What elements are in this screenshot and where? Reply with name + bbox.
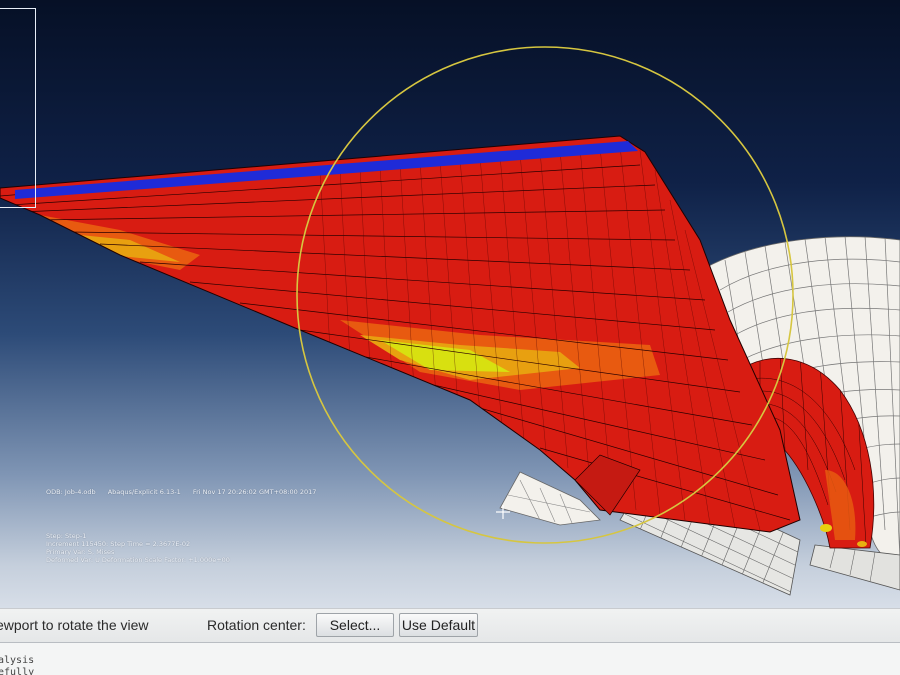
prompt-area: ewport to rotate the view Rotation cente… bbox=[0, 608, 900, 642]
solver-version: Abaqus/Explicit 6.13-1 bbox=[107, 488, 181, 496]
odb-name: ODB: Job-4.odb bbox=[46, 488, 96, 496]
select-button[interactable]: Select... bbox=[316, 613, 394, 637]
stress-contour-wing bbox=[0, 135, 801, 533]
primary-variable: Primary Var: S, Mises bbox=[46, 548, 115, 556]
message-line: efully bbox=[0, 667, 35, 675]
message-area[interactable]: alysis efully bbox=[0, 642, 900, 675]
message-line: alysis bbox=[0, 655, 35, 666]
use-default-button[interactable]: Use Default bbox=[399, 613, 478, 637]
viewport-corner-frame bbox=[0, 8, 36, 208]
rotation-center-label: Rotation center: bbox=[207, 617, 306, 633]
deformed-variable: Deformed Var: U Deformation Scale Factor… bbox=[46, 556, 230, 564]
graphics-viewport[interactable]: ODB: Job-4.odb Abaqus/Explicit 6.13-1 Fr… bbox=[0, 0, 900, 608]
step-name: Step: Step-1 bbox=[46, 532, 87, 540]
increment-info: Increment 115450: Step Time = 2.3677E-02 bbox=[46, 540, 191, 548]
odb-info-block: ODB: Job-4.odb Abaqus/Explicit 6.13-1 Fr… bbox=[46, 488, 316, 564]
odb-date: Fri Nov 17 20:26:02 GMT+08:00 2017 bbox=[192, 488, 317, 496]
prompt-text: ewport to rotate the view bbox=[0, 617, 149, 633]
